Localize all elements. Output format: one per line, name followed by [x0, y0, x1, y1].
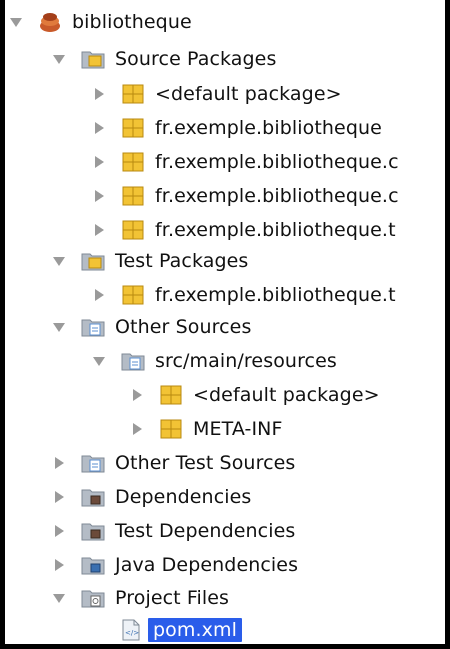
collapse-toggle-icon[interactable]: [91, 120, 107, 136]
collapse-toggle-icon[interactable]: [91, 154, 107, 170]
collapse-toggle-icon[interactable]: [129, 387, 145, 403]
tree-node-label: src/main/resources: [155, 350, 337, 372]
tree-node-label: fr.exemple.bibliotheque.c: [155, 151, 399, 173]
tree-node-label: Other Sources: [115, 316, 252, 338]
projects-tree-panel: bibliotheque Source Packages <default pa…: [5, 0, 445, 644]
tree-node-label: Java Dependencies: [115, 554, 299, 576]
collapse-toggle-icon[interactable]: [51, 523, 67, 539]
collapse-toggle-icon[interactable]: [51, 489, 67, 505]
tree-node-pom-xml[interactable]: </> pom.xml: [119, 613, 242, 644]
resources-folder-icon: [121, 350, 145, 372]
package-icon: [121, 117, 145, 139]
collapse-toggle-icon[interactable]: [129, 421, 145, 437]
tree-node-label: pom.xml: [148, 618, 242, 642]
tree-node-package[interactable]: <default package>: [129, 378, 380, 412]
other-sources-folder-icon: [81, 316, 105, 338]
tree-node-src-main-resources[interactable]: src/main/resources: [91, 344, 337, 378]
tree-node-label: fr.exemple.bibliotheque.t: [155, 284, 396, 306]
collapse-toggle-icon[interactable]: [51, 455, 67, 471]
tree-node-label: Test Dependencies: [115, 520, 296, 542]
collapse-toggle-icon[interactable]: [91, 188, 107, 204]
tree-node-label: META-INF: [193, 418, 283, 440]
tree-node-label: Project Files: [115, 587, 230, 609]
tree-node-test-packages[interactable]: Test Packages: [51, 244, 248, 278]
package-icon: [121, 284, 145, 306]
tree-node-label: Test Packages: [115, 250, 249, 272]
expand-toggle-icon[interactable]: [51, 253, 67, 269]
tree-node-label: fr.exemple.bibliotheque: [155, 117, 382, 139]
dependencies-folder-icon: [81, 520, 105, 542]
tree-node-package[interactable]: fr.exemple.bibliotheque.t: [91, 278, 396, 312]
package-icon: [121, 185, 145, 207]
tree-node-label: fr.exemple.bibliotheque.t: [155, 219, 396, 241]
tree-node-label: <default package>: [155, 83, 342, 105]
tree-node-other-sources[interactable]: Other Sources: [51, 310, 251, 344]
tree-node-package[interactable]: META-INF: [129, 412, 283, 446]
tree-node-project-files[interactable]: Project Files: [51, 581, 229, 615]
tree-node-label: <default package>: [193, 384, 380, 406]
expand-toggle-icon[interactable]: [51, 51, 67, 67]
package-icon: [121, 83, 145, 105]
package-icon: [159, 418, 183, 440]
tree-node-package[interactable]: fr.exemple.bibliotheque.c: [91, 179, 399, 213]
tree-node-label: bibliotheque: [72, 11, 192, 33]
test-packages-folder-icon: [81, 250, 105, 272]
project-files-folder-icon: [81, 587, 105, 609]
other-sources-folder-icon: [81, 452, 105, 474]
package-icon: [121, 151, 145, 173]
java-dependencies-folder-icon: [81, 554, 105, 576]
collapse-toggle-icon[interactable]: [91, 222, 107, 238]
collapse-toggle-icon[interactable]: [51, 557, 67, 573]
tree-node-package[interactable]: fr.exemple.bibliotheque.c: [91, 145, 399, 179]
tree-node-package[interactable]: <default package>: [91, 77, 342, 111]
maven-project-icon: [38, 11, 62, 33]
tree-node-source-packages[interactable]: Source Packages: [51, 42, 276, 76]
dependencies-folder-icon: [81, 486, 105, 508]
expand-toggle-icon[interactable]: [51, 590, 67, 606]
source-packages-folder-icon: [81, 48, 105, 70]
collapse-toggle-icon[interactable]: [91, 86, 107, 102]
tree-node-label: Other Test Sources: [115, 452, 296, 474]
tree-node-test-dependencies[interactable]: Test Dependencies: [51, 514, 295, 548]
expand-toggle-icon[interactable]: [51, 319, 67, 335]
expand-toggle-icon[interactable]: [8, 14, 24, 30]
package-icon: [121, 219, 145, 241]
tree-node-java-dependencies[interactable]: Java Dependencies: [51, 548, 298, 582]
svg-text:</>: </>: [125, 629, 139, 637]
tree-node-package[interactable]: fr.exemple.bibliotheque: [91, 111, 382, 145]
expand-toggle-icon[interactable]: [91, 353, 107, 369]
tree-node-other-test-sources[interactable]: Other Test Sources: [51, 446, 295, 480]
tree-node-label: Source Packages: [115, 48, 277, 70]
tree-node-bibliotheque[interactable]: bibliotheque: [8, 5, 192, 39]
xml-file-icon: </>: [119, 619, 143, 641]
tree-node-package[interactable]: fr.exemple.bibliotheque.t: [91, 213, 396, 247]
collapse-toggle-icon[interactable]: [91, 287, 107, 303]
tree-node-label: fr.exemple.bibliotheque.c: [155, 185, 399, 207]
tree-node-dependencies[interactable]: Dependencies: [51, 480, 251, 514]
package-icon: [159, 384, 183, 406]
tree-node-label: Dependencies: [115, 486, 252, 508]
